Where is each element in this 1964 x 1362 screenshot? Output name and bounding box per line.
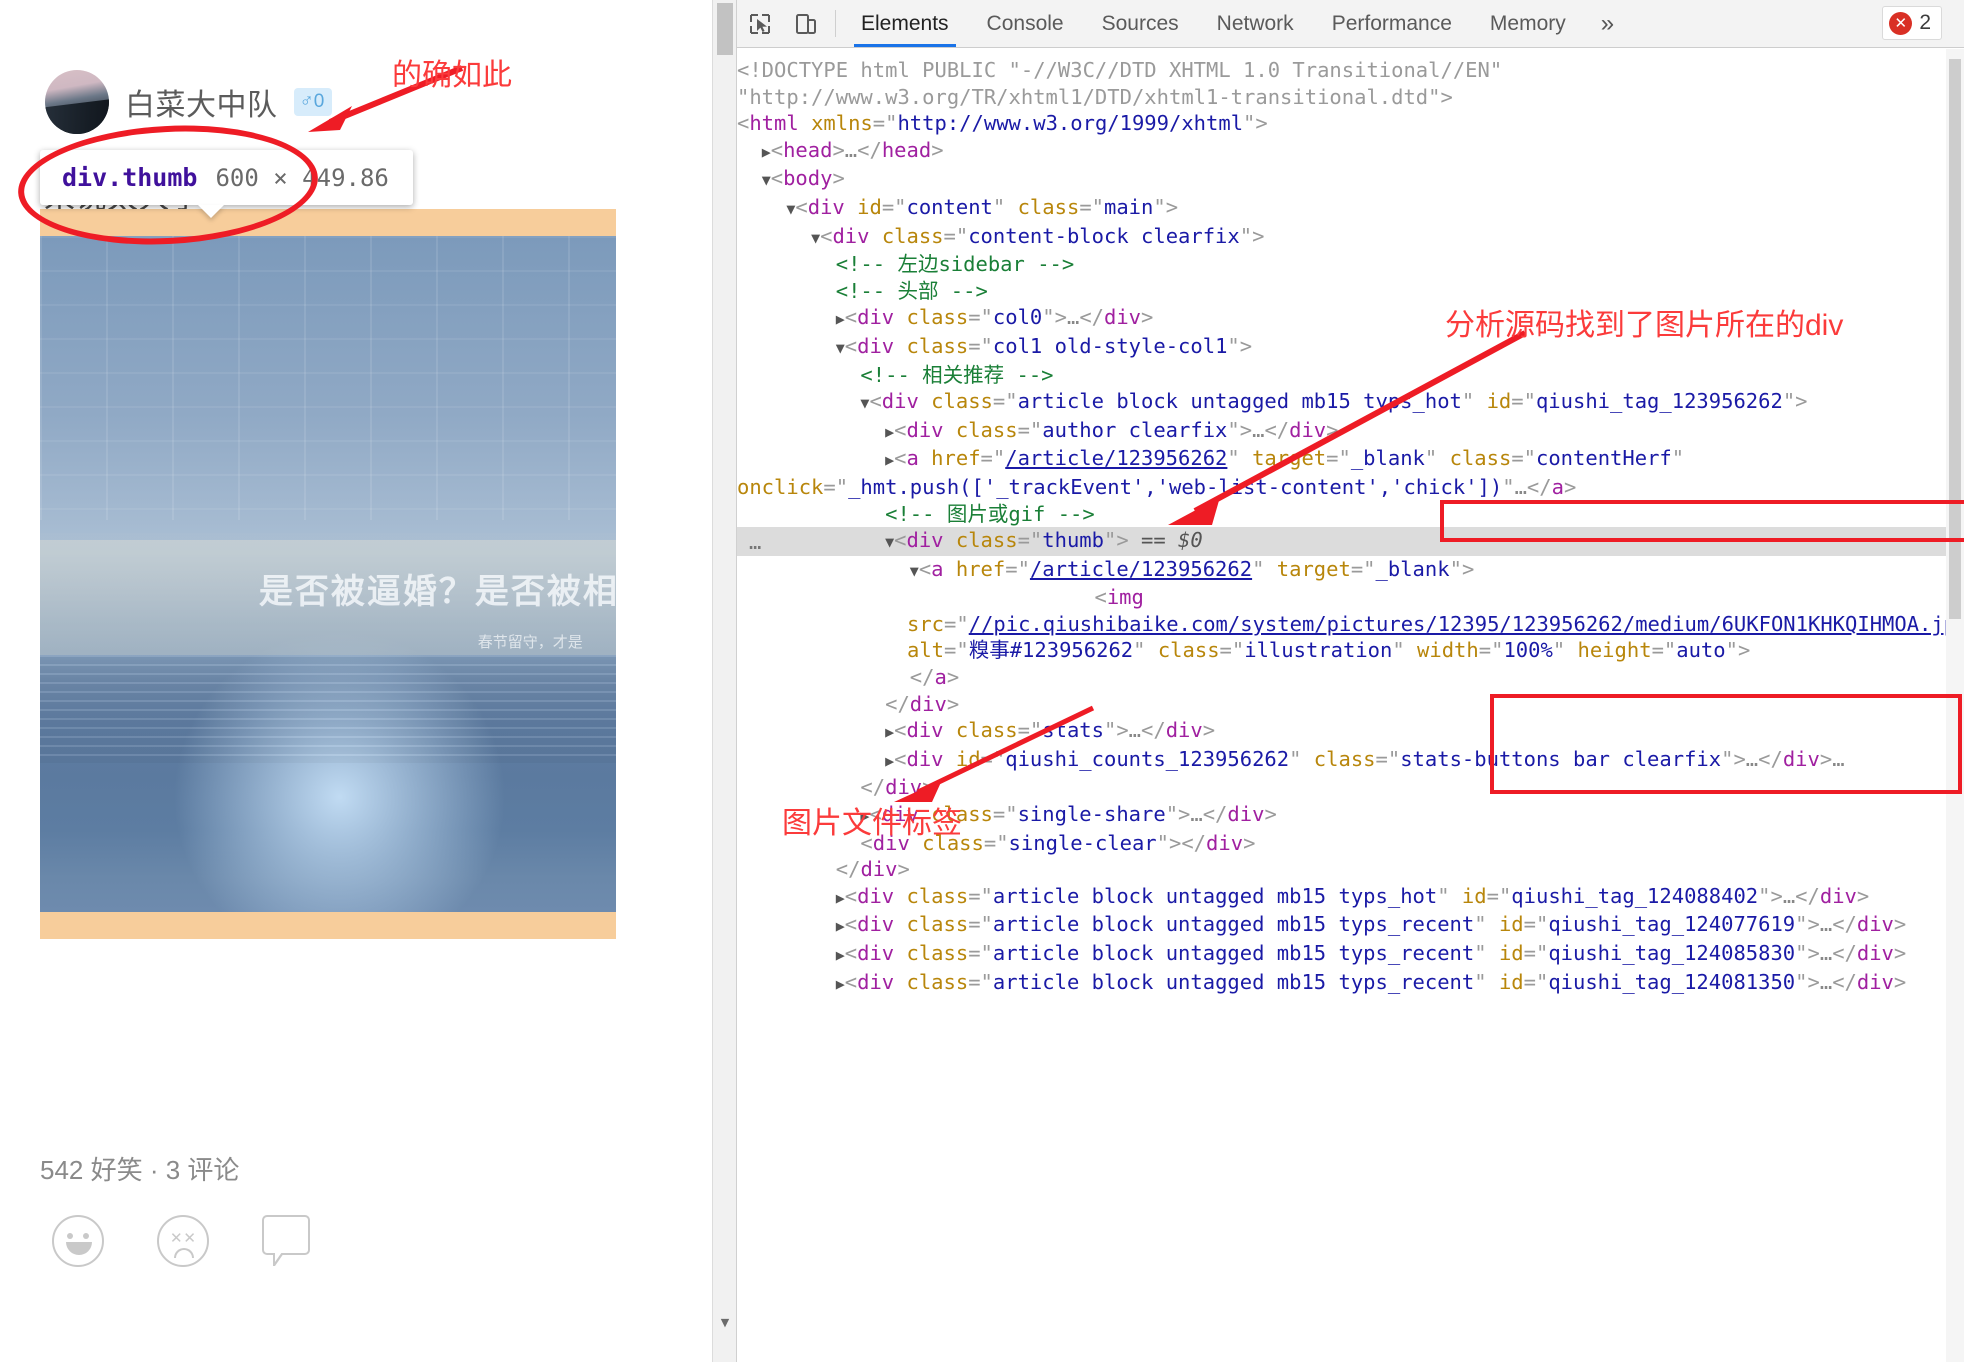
- comment-icon[interactable]: [262, 1215, 314, 1267]
- content-highlight: 是否被逼婚？是否被相亲 春节留守，才是: [40, 236, 616, 912]
- image-banner-subtext: 春节留守，才是: [477, 634, 583, 652]
- page-scrollbar[interactable]: ▼: [712, 0, 736, 1362]
- device-toolbar-icon[interactable]: [783, 0, 829, 47]
- toolbar-divider: [835, 10, 836, 37]
- dom-img-tag[interactable]: <img src="//pic.qiushibaike.com/system/p…: [737, 584, 1964, 664]
- annotation-found-div-note: 分析源码找到了图片所在的div: [1445, 309, 1844, 342]
- post-image[interactable]: 是否被逼婚？是否被相亲 春节留守，才是: [40, 236, 616, 912]
- web-page-pane: 白菜大中队 ♂0 来说太大了 是否被逼婚？是否被相亲 春节留守，才是 div.t…: [0, 0, 736, 1362]
- tab-console[interactable]: Console: [968, 0, 1083, 47]
- dom-collapsed-node[interactable]: ▶<div class="article block untagged mb15…: [737, 969, 1964, 998]
- dom-close-tag[interactable]: </div>: [737, 856, 1964, 883]
- dom-collapsed-node[interactable]: ▶<div class="article block untagged mb15…: [737, 883, 1964, 912]
- smile-mouth: [66, 1242, 92, 1255]
- frown-eye-right: ✕: [183, 1229, 196, 1247]
- annotation-arrow-found-div: [1168, 330, 1527, 525]
- dom-comment-line[interactable]: <!-- 左边sidebar -->: [737, 251, 1964, 278]
- tab-network[interactable]: Network: [1198, 0, 1313, 47]
- smile-eye-left: [67, 1233, 73, 1239]
- dom-open-node[interactable]: <html xmlns="http://www.w3.org/1999/xhtm…: [737, 110, 1964, 137]
- devtools-scrollbar[interactable]: [1946, 49, 1964, 1362]
- scroll-down-icon[interactable]: ▼: [713, 1310, 736, 1334]
- error-icon: ✕: [1889, 11, 1913, 35]
- dom-doctype-line[interactable]: "http://www.w3.org/TR/xhtml1/DTD/xhtml1-…: [737, 84, 1964, 111]
- devtools-scrollbar-thumb[interactable]: [1949, 59, 1961, 619]
- devtools-toolbar: Elements Console Sources Network Perform…: [737, 0, 1964, 48]
- inspect-element-icon[interactable]: [737, 0, 783, 47]
- frown-eye-left: ✕: [170, 1229, 183, 1247]
- more-tabs-icon[interactable]: »: [1585, 0, 1630, 47]
- annotation-confirm-note: 的确如此: [392, 59, 512, 92]
- image-louvers: [40, 655, 616, 764]
- smile-icon[interactable]: [52, 1215, 104, 1267]
- annotation-img-tag-note: 图片文件标签: [782, 807, 962, 840]
- dom-open-node[interactable]: ▼<div id="content" class="main">: [737, 194, 1964, 223]
- tab-memory[interactable]: Memory: [1471, 0, 1585, 47]
- dom-doctype-line[interactable]: <!DOCTYPE html PUBLIC "-//W3C//DTD XHTML…: [737, 57, 1964, 84]
- dom-open-node[interactable]: ▼<div class="content-block clearfix">: [737, 223, 1964, 252]
- dom-collapsed-node[interactable]: ▶<div class="article block untagged mb15…: [737, 940, 1964, 969]
- tab-performance[interactable]: Performance: [1313, 0, 1471, 47]
- dom-close-tag[interactable]: </a>: [737, 664, 1964, 691]
- author-name[interactable]: 白菜大中队: [125, 80, 278, 124]
- smile-eye-right: [83, 1233, 89, 1239]
- frown-icon[interactable]: ✕ ✕: [157, 1215, 209, 1267]
- page-scrollbar-thumb[interactable]: [717, 3, 733, 55]
- tab-sources[interactable]: Sources: [1083, 0, 1198, 47]
- post-stats: 542 好笑 · 3 评论: [40, 1155, 240, 1185]
- avatar[interactable]: [45, 70, 109, 134]
- annotation-arrow-img-tag: [894, 705, 1095, 802]
- image-facade: [40, 236, 616, 520]
- devtools-panel: Elements Console Sources Network Perform…: [736, 0, 1964, 1362]
- highlighted-element-box: 是否被逼婚？是否被相亲 春节留守，才是: [40, 209, 616, 939]
- error-badge[interactable]: ✕ 2: [1882, 6, 1942, 40]
- dom-open-node[interactable]: ▼<body>: [737, 165, 1964, 194]
- error-count: 2: [1919, 11, 1931, 34]
- dom-open-node[interactable]: ▼<a href="/article/123956262" target="_b…: [737, 556, 1964, 585]
- dom-collapsed-node[interactable]: ▶<head>…</head>: [737, 137, 1964, 166]
- frown-mouth: [174, 1248, 194, 1258]
- dom-collapsed-node[interactable]: ▶<div class="article block untagged mb15…: [737, 911, 1964, 940]
- image-banner-text: 是否被逼婚？是否被相亲: [258, 572, 616, 611]
- reaction-row: ✕ ✕: [52, 1215, 314, 1267]
- tab-elements[interactable]: Elements: [842, 0, 968, 47]
- dom-ellipsis-icon[interactable]: …: [749, 529, 762, 556]
